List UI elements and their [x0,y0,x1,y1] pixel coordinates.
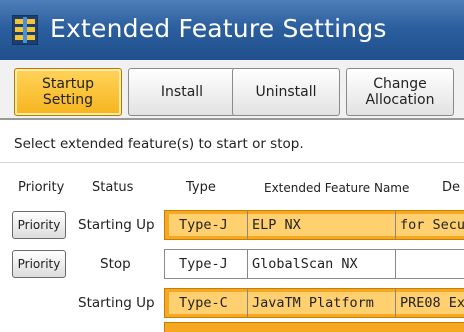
extended-feature-icon [12,15,38,45]
column-type: Type [186,180,216,195]
column-priority: Priority [18,180,65,195]
row-feature-name: JavaTM Platform [247,289,393,317]
feature-row-java-platform[interactable]: Type-C JavaTM Platform PRE08 Ex [164,288,464,318]
row-feature-name: GlobalScan NX [247,250,393,278]
row-description: PRE08 Ex [395,289,464,317]
tab-label-line2: Allocation [365,92,435,108]
row-description [395,250,464,278]
row-type: Type-C [179,295,228,311]
feature-row-globalscan-nx[interactable]: Type-J GlobalScan NX [164,249,464,279]
row-status: Stop [100,256,131,272]
priority-button[interactable]: Priority [12,211,66,239]
row-feature-name: ELP NX [247,211,393,239]
tab-startup-setting[interactable]: Startup Setting [14,68,122,116]
row-status: Starting Up [78,217,155,233]
column-extended-feature-name: Extended Feature Name [264,181,410,195]
row-status: Starting Up [78,295,155,311]
tab-label: Install [160,84,204,100]
tab-change-allocation[interactable]: Change Allocation [346,68,454,116]
tab-install[interactable]: Install [128,68,236,116]
divider [0,162,464,163]
feature-row-elp-nx[interactable]: Type-J ELP NX for Secu [164,210,464,240]
feature-row-partial[interactable] [164,322,464,332]
column-description: De [442,180,461,195]
priority-button[interactable]: Priority [12,250,66,278]
column-status: Status [92,180,134,195]
row-type: Type-J [179,256,228,272]
tab-bar: Startup Setting Install Uninstall Change… [0,60,464,120]
tab-label: Uninstall [255,84,317,100]
instruction-text: Select extended feature(s) to start or s… [14,136,304,152]
row-description: for Secu [395,211,464,239]
tab-label-line2: Setting [42,92,94,108]
tab-label-line1: Change [373,76,427,92]
window-title: Extended Feature Settings [50,14,387,43]
tab-uninstall[interactable]: Uninstall [232,68,340,116]
title-bar: Extended Feature Settings [0,0,464,60]
row-type: Type-J [179,217,228,233]
tab-label-line1: Startup [42,76,94,92]
